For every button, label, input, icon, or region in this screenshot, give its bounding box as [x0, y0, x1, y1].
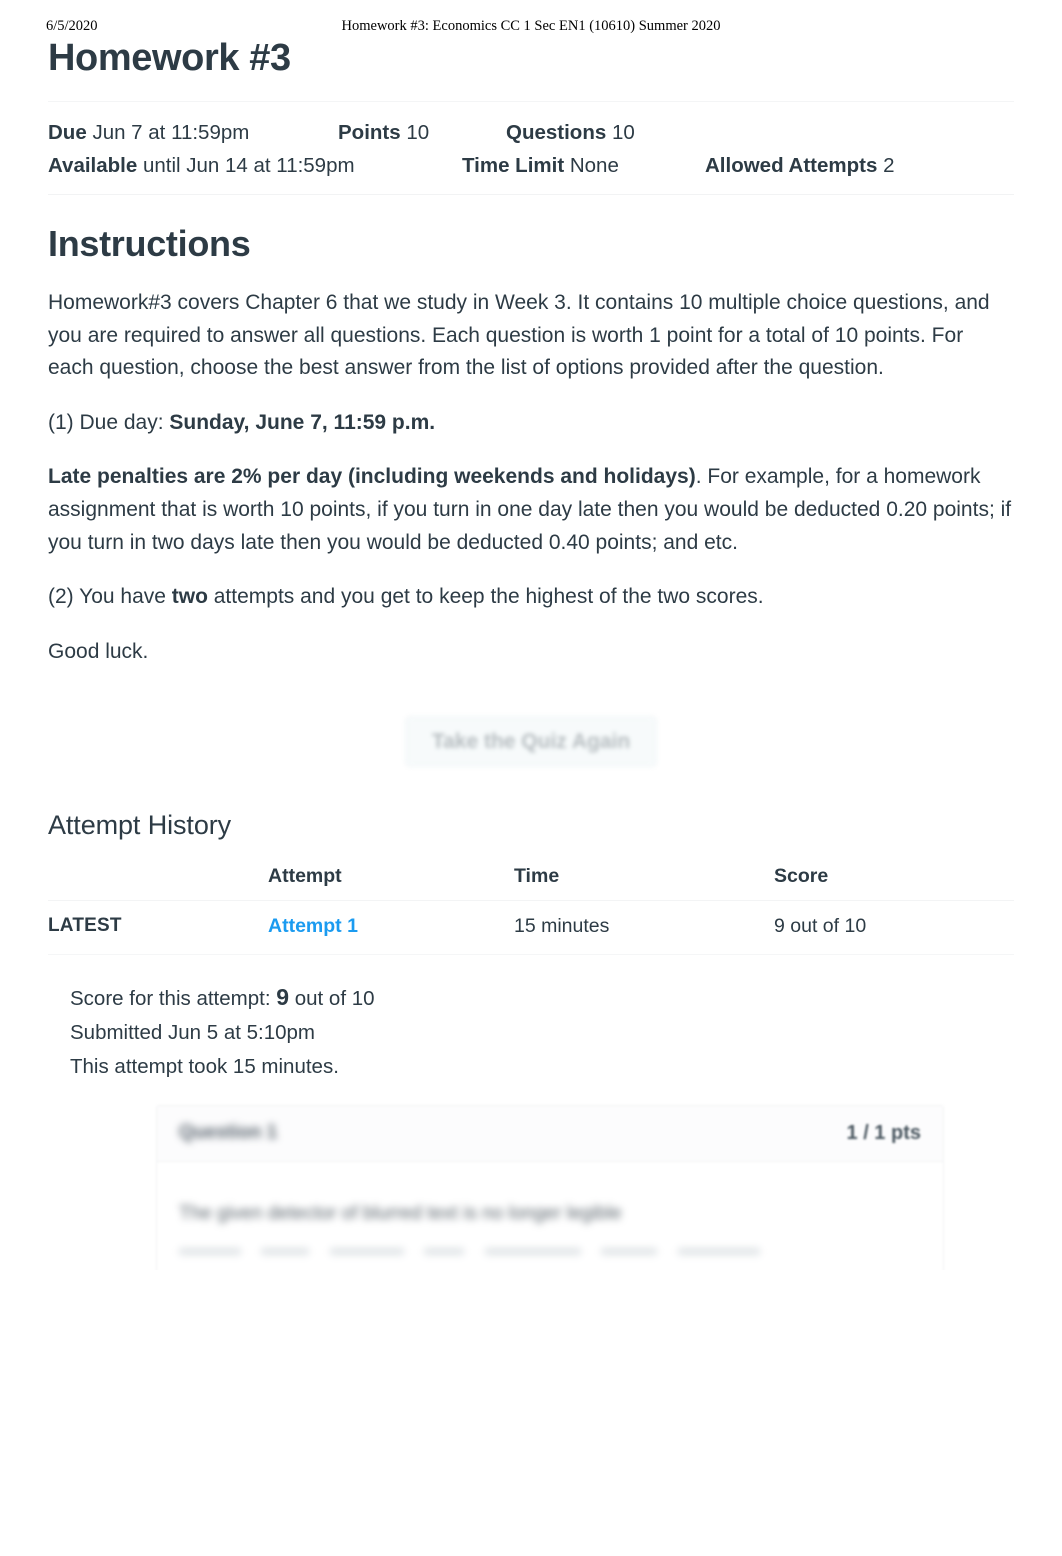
- table-row: LATEST Attempt 1 15 minutes 9 out of 10: [48, 900, 1014, 956]
- due-day-prefix: (1) Due day:: [48, 410, 170, 434]
- option-placeholder-1: [179, 1247, 241, 1255]
- page-title: Homework #3: [48, 37, 291, 79]
- attempt-history-tbody: LATEST Attempt 1 15 minutes 9 out of 10: [48, 900, 1014, 956]
- detail-questions-value: 10: [611, 120, 635, 144]
- question-name: Question 1: [179, 1122, 278, 1144]
- detail-points-label: Points: [338, 120, 401, 144]
- question-options: [179, 1242, 921, 1255]
- attempt-score-line: Score for this attempt: 9 out of 10: [70, 979, 1014, 1016]
- page-content: Homework #3 Due Jun 7 at 11:59pm Points 1…: [46, 0, 1014, 1330]
- column-header-attempt: Attempt: [268, 859, 514, 902]
- detail-due-label: Due: [48, 120, 87, 144]
- late-penalty-bold: Late penalties are 2% per day (including…: [48, 465, 696, 489]
- quiz-details: Due Jun 7 at 11:59pm Points 10 Questions 1…: [48, 100, 1014, 196]
- column-header-score: Score: [774, 859, 1014, 902]
- detail-allowed-attempts-label: Allowed Attempts: [705, 154, 878, 178]
- detail-due-value: Jun 7 at 11:59pm: [92, 120, 250, 144]
- column-header-latest: [48, 859, 268, 902]
- option-placeholder-3: [329, 1247, 404, 1255]
- due-day-bold: Sunday, June 7, 11:59 p.m.: [169, 410, 436, 434]
- detail-time-limit: Time Limit None: [462, 149, 705, 182]
- quiz-details-row-2: Available until Jun 14 at 11:59pm Time Li…: [48, 149, 1014, 182]
- detail-points-value: 10: [406, 120, 430, 144]
- question-card-body: The given detector of blurred text is no…: [157, 1161, 943, 1287]
- instructions-paragraph-4: (2) You have two attempts and you get to…: [48, 581, 1014, 614]
- attempts-prefix: (2) You have: [48, 585, 172, 609]
- column-header-time: Time: [514, 859, 774, 902]
- instructions-paragraph-3: Late penalties are 2% per day (including…: [48, 461, 1014, 559]
- attempt-history-thead: Attempt Time Score: [48, 859, 1014, 902]
- question-points: 1 / 1 pts: [846, 1121, 921, 1144]
- cell-latest-badge: LATEST: [48, 900, 268, 956]
- cell-attempt: Attempt 1: [268, 900, 514, 956]
- instructions-paragraph-2: (1) Due day: Sunday, June 7, 11:59 p.m.: [48, 407, 1014, 440]
- detail-points: Points 10: [338, 116, 506, 149]
- option-placeholder-7: [677, 1247, 760, 1255]
- attempt-history-table: Attempt Time Score LATEST Attempt 1 15 m…: [48, 859, 1014, 956]
- instructions-heading: Instructions: [48, 223, 251, 265]
- option-placeholder-4: [424, 1247, 465, 1255]
- option-placeholder-6: [601, 1247, 658, 1255]
- instructions-paragraph-5: Good luck.: [48, 639, 149, 663]
- detail-available-label: Available: [48, 154, 138, 178]
- detail-available-value: until Jun 14 at 11:59pm: [142, 154, 355, 178]
- option-placeholder-5: [484, 1247, 581, 1255]
- attempt-1-link[interactable]: Attempt 1: [268, 915, 358, 937]
- take-quiz-again-button[interactable]: Take the Quiz Again: [404, 716, 658, 768]
- question-text: The given detector of blurred text is no…: [179, 1202, 622, 1224]
- attempt-summary: Score for this attempt: 9 out of 10 Subm…: [70, 979, 1014, 1083]
- attempts-suffix: attempts and you get to keep the highest…: [207, 585, 764, 609]
- question-card: Question 1 1 / 1 pts The given detector …: [156, 1104, 944, 1288]
- attempt-submitted-line: Submitted Jun 5 at 5:10pm: [70, 1021, 316, 1045]
- detail-due: Due Jun 7 at 11:59pm: [48, 116, 338, 149]
- detail-questions: Questions 10: [506, 116, 635, 149]
- cell-time: 15 minutes: [514, 900, 774, 956]
- detail-time-limit-label: Time Limit: [462, 154, 565, 178]
- cell-score: 9 out of 10: [774, 900, 1014, 956]
- score-suffix: out of 10: [289, 987, 375, 1011]
- instructions-paragraph-1: Homework#3 covers Chapter 6 that we stud…: [48, 291, 990, 380]
- score-value: 9: [276, 984, 290, 1011]
- detail-available: Available until Jun 14 at 11:59pm: [48, 149, 462, 182]
- option-placeholder-2: [261, 1247, 310, 1255]
- detail-questions-label: Questions: [506, 120, 607, 144]
- score-prefix: Score for this attempt:: [70, 987, 277, 1011]
- attempts-bold: two: [171, 585, 208, 609]
- page-break-mask: [46, 1269, 1006, 1330]
- question-card-wrapper: Question 1 1 / 1 pts The given detector …: [46, 1104, 1006, 1330]
- attempt-history-header-row: Attempt Time Score: [48, 859, 1014, 902]
- question-card-header: Question 1 1 / 1 pts: [157, 1105, 943, 1162]
- detail-allowed-attempts-value: 2: [883, 154, 895, 178]
- attempt-history-heading: Attempt History: [48, 810, 232, 841]
- quiz-actions: Take the Quiz Again: [48, 702, 1014, 788]
- quiz-page: Homework #3 Due Jun 7 at 11:59pm Points 1…: [0, 0, 1062, 1330]
- quiz-details-row-1: Due Jun 7 at 11:59pm Points 10 Questions 1…: [48, 116, 1014, 149]
- attempt-duration-line: This attempt took 15 minutes.: [70, 1054, 339, 1078]
- detail-time-limit-value: None: [569, 154, 619, 178]
- detail-allowed-attempts: Allowed Attempts 2: [705, 149, 894, 182]
